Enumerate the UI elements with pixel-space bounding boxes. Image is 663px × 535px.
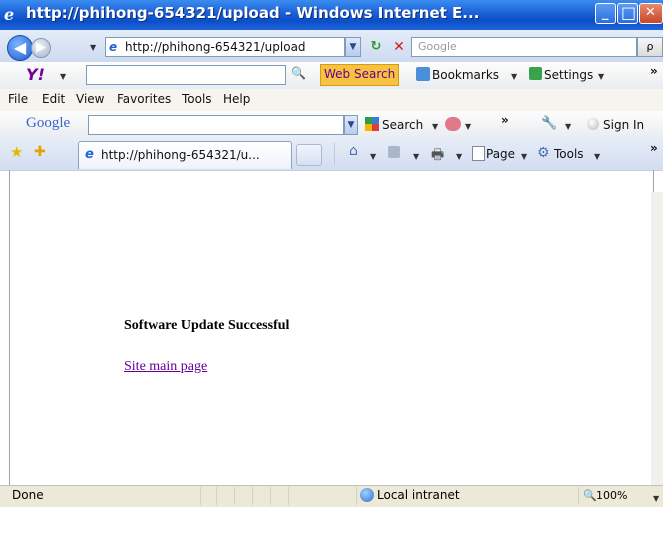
menu-favorites[interactable]: Favorites (117, 92, 171, 106)
sign-in-icon (587, 118, 599, 130)
yahoo-search-input[interactable] (86, 65, 286, 85)
status-cell (270, 487, 271, 505)
back-button[interactable]: ◀ (7, 35, 33, 61)
menu-edit[interactable]: Edit (42, 92, 65, 106)
status-cell (578, 487, 579, 505)
print-dropdown-icon[interactable]: ▼ (456, 152, 462, 161)
maximize-button[interactable]: □ (617, 3, 638, 24)
background (0, 507, 663, 535)
forward-button[interactable]: ▶ (31, 38, 51, 58)
google-more-chevron[interactable]: » (501, 113, 509, 127)
window-title: http://phihong-654321/upload - Windows I… (26, 4, 480, 22)
home-dropdown-icon[interactable]: ▼ (370, 152, 376, 161)
tools-dropdown-icon[interactable]: ▼ (594, 152, 600, 161)
page-icon (472, 146, 485, 161)
print-icon[interactable]: 🖶 (431, 144, 444, 168)
address-bar[interactable]: e http://phihong-654321/upload (105, 37, 345, 57)
menu-tools[interactable]: Tools (182, 92, 212, 106)
page-menu[interactable]: Page (486, 147, 515, 161)
status-cell (252, 487, 253, 505)
zoom-dropdown-icon[interactable]: ▼ (653, 494, 659, 503)
close-icon: ✕ (645, 5, 656, 20)
bookmarks-icon (416, 67, 430, 81)
minimize-icon: _ (602, 6, 609, 21)
web-search-button[interactable]: Web Search (320, 64, 400, 86)
status-cell (200, 487, 201, 505)
yahoo-logo[interactable]: Y! (26, 65, 45, 84)
tab-page-icon: e (85, 147, 94, 162)
settings-menu[interactable]: Settings (544, 68, 593, 82)
feeds-dropdown-icon[interactable]: ▼ (413, 152, 419, 161)
site-main-page-link[interactable]: Site main page (124, 359, 207, 375)
tab-title[interactable]: http://phihong-654321/u... (101, 148, 260, 162)
tools-gear-icon: ⚙ (537, 145, 550, 161)
google-logo[interactable]: Google (26, 115, 70, 132)
sign-in-button[interactable]: Sign In (603, 118, 644, 132)
menu-view[interactable]: View (76, 92, 104, 106)
stop-button[interactable]: ✕ (389, 37, 409, 57)
zoom-icon: 🔍 (583, 489, 597, 502)
home-icon[interactable]: ⌂ (349, 143, 358, 159)
new-tab-button[interactable] (296, 144, 322, 166)
menu-file[interactable]: File (8, 92, 28, 106)
bookmarks-dropdown-icon[interactable]: ▼ (511, 72, 517, 81)
google-search-button[interactable]: Search (382, 118, 423, 132)
status-cell (234, 487, 235, 505)
page-dropdown-icon[interactable]: ▼ (521, 152, 527, 161)
zoom-level[interactable]: 100% (596, 489, 627, 502)
yahoo-dropdown-icon[interactable]: ▼ (60, 72, 66, 81)
google-search-icon (365, 117, 379, 131)
favorites-star-icon[interactable]: ★ (10, 143, 23, 161)
minimize-button[interactable]: _ (595, 3, 616, 24)
status-cell (288, 487, 289, 505)
close-button[interactable]: ✕ (639, 3, 663, 24)
magnifier-icon[interactable]: 🔍 (291, 66, 306, 80)
status-text: Done (12, 488, 44, 502)
update-status-heading: Software Update Successful (124, 318, 290, 333)
vertical-scrollbar[interactable] (651, 192, 663, 485)
yahoo-more-chevron[interactable]: » (650, 64, 658, 78)
refresh-button[interactable]: ↻ (366, 37, 386, 57)
status-cell (356, 487, 357, 505)
intranet-globe-icon (360, 488, 374, 502)
recent-pages-dropdown-icon[interactable]: ▼ (90, 43, 96, 52)
highlighter-icon[interactable] (445, 117, 461, 131)
maximize-icon: □ (621, 3, 637, 22)
bookmarks-menu[interactable]: Bookmarks (432, 68, 499, 82)
status-cell (216, 487, 217, 505)
highlighter-dropdown-icon[interactable]: ▼ (465, 122, 471, 131)
page-icon: e (109, 40, 118, 54)
search-go-button[interactable]: ρ (637, 37, 663, 57)
tools-menu[interactable]: Tools (554, 147, 584, 161)
tab-active[interactable]: e http://phihong-654321/u... (78, 141, 292, 169)
search-icon: ρ (646, 40, 654, 53)
status-bar (0, 485, 663, 508)
google-search-input[interactable] (88, 115, 344, 135)
menu-help[interactable]: Help (223, 92, 250, 106)
security-zone[interactable]: Local intranet (377, 488, 460, 502)
feeds-icon[interactable] (388, 146, 400, 158)
settings-dropdown-icon[interactable]: ▼ (598, 72, 604, 81)
ie-logo-icon: e (4, 5, 15, 24)
add-favorite-icon[interactable]: ✚ (34, 144, 46, 160)
google-dropdown-button[interactable]: ▼ (344, 115, 358, 135)
address-dropdown-button[interactable]: ▼ (345, 37, 361, 57)
search-input[interactable]: Google (411, 37, 637, 57)
page-content (10, 198, 653, 485)
address-text[interactable]: http://phihong-654321/upload (125, 40, 306, 54)
google-search-dropdown-icon[interactable]: ▼ (432, 122, 438, 131)
separator (334, 143, 335, 165)
settings-icon (529, 67, 542, 80)
wrench-dropdown-icon[interactable]: ▼ (565, 122, 571, 131)
command-more-chevron[interactable]: » (650, 141, 658, 155)
wrench-icon[interactable]: 🔧 (541, 116, 557, 131)
